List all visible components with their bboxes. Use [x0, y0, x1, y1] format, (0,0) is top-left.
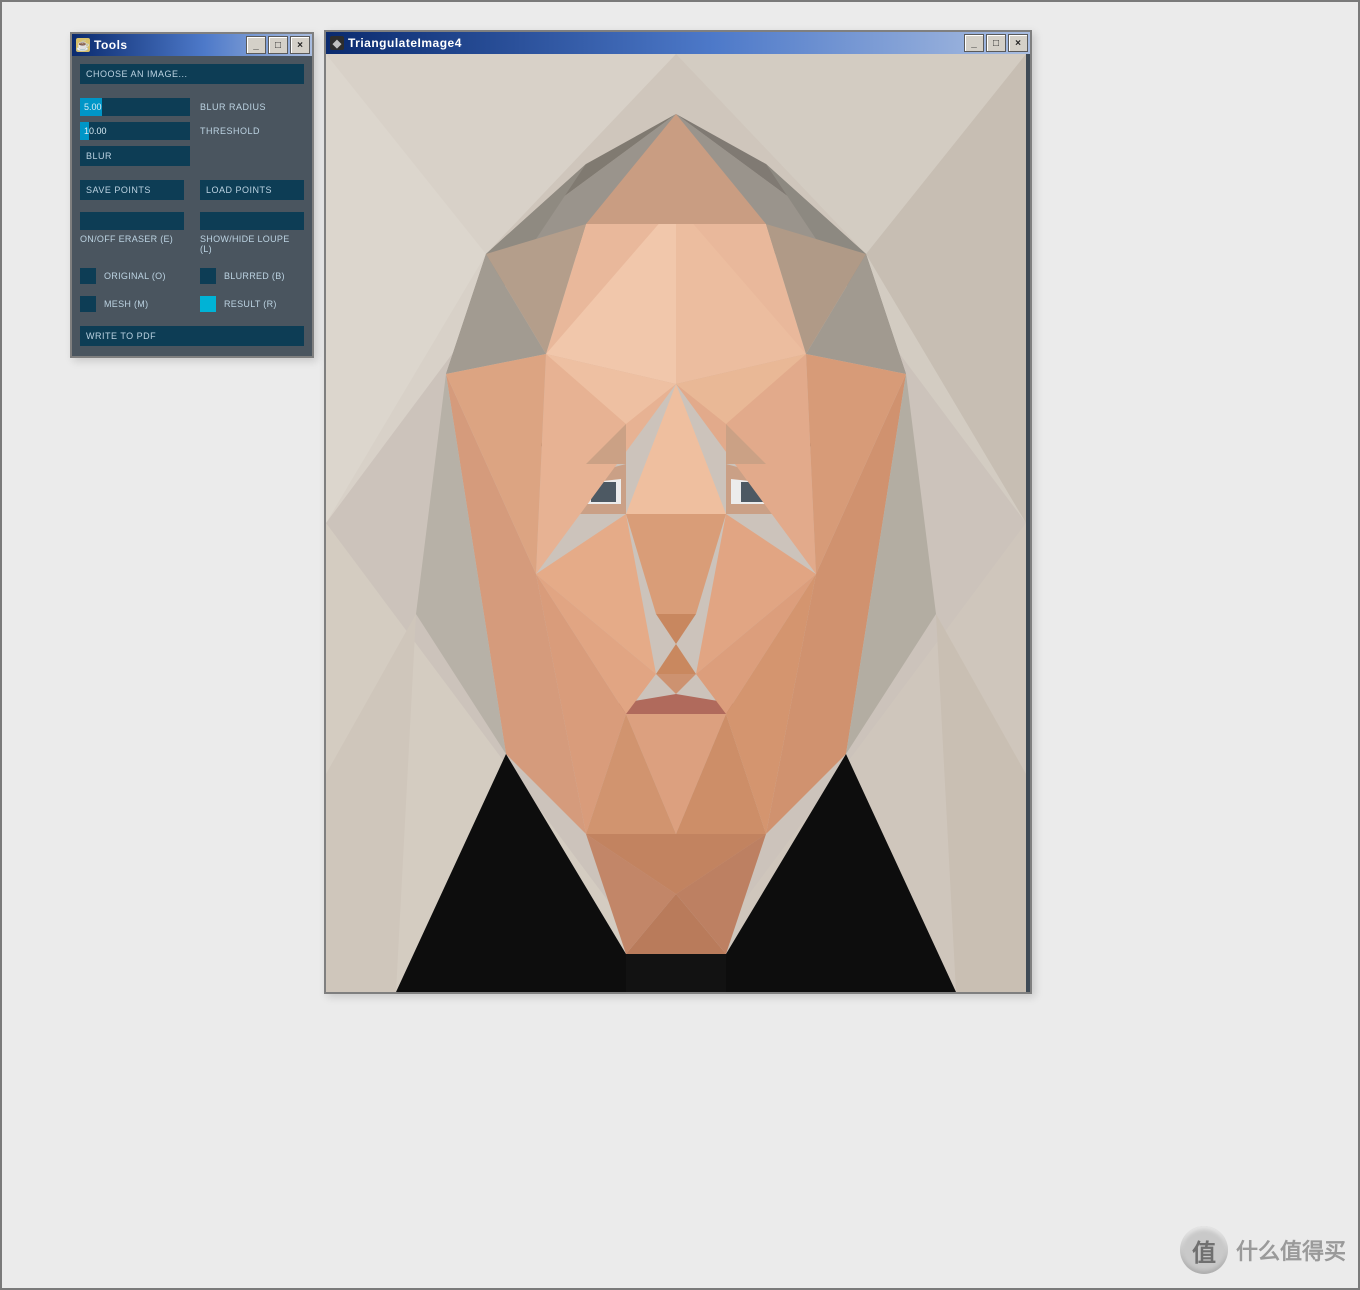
threshold-slider[interactable]: 10.00 [80, 122, 190, 140]
threshold-value: 10.00 [84, 122, 107, 140]
result-label: result (r) [224, 299, 277, 309]
choose-image-button[interactable]: choose an image... [80, 64, 304, 84]
triangulated-image-canvas [326, 54, 1026, 992]
load-points-button[interactable]: load points [200, 180, 304, 200]
image-window: ◆ TriangulateImage4 _ □ × [324, 30, 1032, 994]
save-points-button[interactable]: save points [80, 180, 184, 200]
write-pdf-button[interactable]: write to pdf [80, 326, 304, 346]
mesh-label: mesh (m) [104, 299, 148, 309]
tools-maximize-button[interactable]: □ [268, 36, 288, 54]
original-checkbox[interactable] [80, 268, 96, 284]
app-icon: ◆ [330, 36, 344, 50]
threshold-label: threshold [200, 126, 260, 136]
blur-button[interactable]: blur [80, 146, 190, 166]
image-titlebar[interactable]: ◆ TriangulateImage4 _ □ × [326, 32, 1030, 54]
tools-minimize-button[interactable]: _ [246, 36, 266, 54]
original-label: original (o) [104, 271, 166, 281]
image-minimize-button[interactable]: _ [964, 34, 984, 52]
tools-window: ☕ Tools _ □ × choose an image... 5.00 bl… [70, 32, 314, 358]
portrait-svg [326, 54, 1026, 992]
eraser-label: on/off eraser (e) [80, 234, 184, 244]
blur-radius-value: 5.00 [84, 98, 102, 116]
loupe-toggle[interactable] [200, 212, 304, 230]
loupe-label: show/hide loupe (l) [200, 234, 304, 254]
blurred-checkbox[interactable] [200, 268, 216, 284]
java-icon: ☕ [76, 38, 90, 52]
blurred-label: blurred (b) [224, 271, 285, 281]
tools-titlebar[interactable]: ☕ Tools _ □ × [72, 34, 312, 56]
watermark: 值 什么值得买 [1180, 1226, 1346, 1274]
tools-close-button[interactable]: × [290, 36, 310, 54]
eraser-toggle[interactable] [80, 212, 184, 230]
watermark-badge-icon: 值 [1180, 1226, 1228, 1274]
blur-radius-slider[interactable]: 5.00 [80, 98, 190, 116]
watermark-text: 什么值得买 [1236, 1234, 1346, 1266]
image-close-button[interactable]: × [1008, 34, 1028, 52]
blur-radius-label: blur radius [200, 102, 266, 112]
tools-title: Tools [94, 38, 246, 52]
image-maximize-button[interactable]: □ [986, 34, 1006, 52]
result-checkbox[interactable] [200, 296, 216, 312]
image-title: TriangulateImage4 [348, 36, 964, 50]
tools-body: choose an image... 5.00 blur radius 10.0… [72, 56, 312, 356]
mesh-checkbox[interactable] [80, 296, 96, 312]
